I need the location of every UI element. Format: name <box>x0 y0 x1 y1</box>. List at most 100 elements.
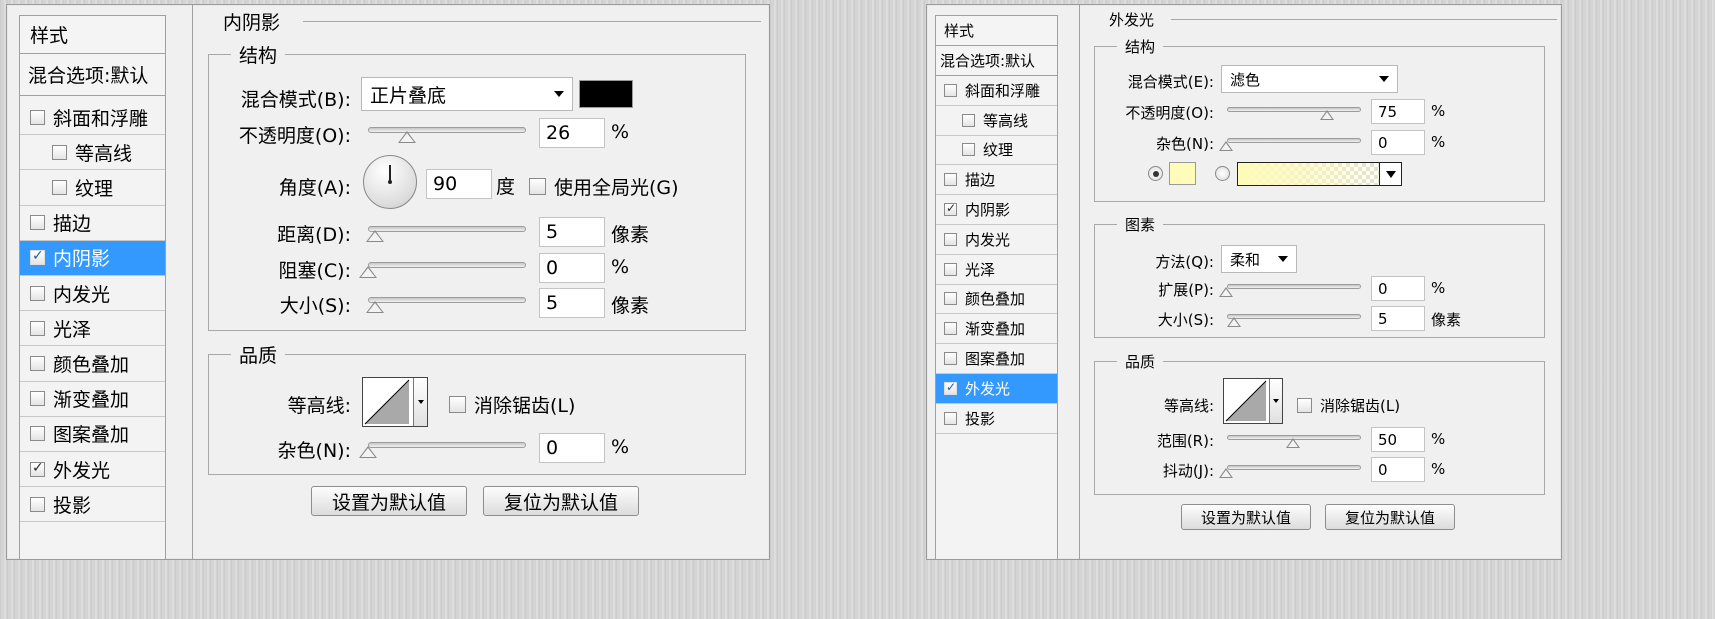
shadow-color-swatch[interactable] <box>579 80 633 108</box>
sidebar-item-checkbox[interactable] <box>944 322 957 336</box>
sidebar-item-checkbox[interactable] <box>30 285 45 301</box>
angle-dial[interactable] <box>363 155 417 209</box>
opacity-input[interactable]: 75 <box>1371 99 1425 124</box>
sidebar-item-checkbox[interactable] <box>944 201 957 217</box>
spread-input[interactable]: 0 <box>1371 276 1425 301</box>
sidebar-item-checkbox[interactable] <box>30 109 45 125</box>
reset-default-button[interactable]: 复位为默认值 <box>1325 504 1455 530</box>
technique-select[interactable]: 柔和 <box>1221 245 1297 273</box>
jitter-slider-thumb[interactable] <box>1219 468 1233 478</box>
distance-slider[interactable] <box>368 226 526 232</box>
sidebar-item[interactable]: 渐变叠加 <box>936 314 1057 345</box>
antialias-checkbox[interactable]: 消除锯齿(L) <box>449 391 575 418</box>
sidebar-item-checkbox[interactable] <box>52 179 67 195</box>
global-light-checkbox-box[interactable] <box>529 178 546 195</box>
sidebar-item[interactable]: 纹理 <box>936 136 1057 166</box>
distance-slider-thumb[interactable] <box>366 230 384 242</box>
opacity-input[interactable]: 26 <box>539 118 605 148</box>
sidebar-item[interactable]: 斜面和浮雕 <box>936 76 1057 106</box>
sidebar-item[interactable]: 渐变叠加 <box>20 382 165 417</box>
sidebar-item-checkbox[interactable] <box>944 380 957 395</box>
sidebar-item[interactable]: 投影 <box>20 487 165 523</box>
sidebar-item-checkbox[interactable] <box>962 143 975 157</box>
solid-color-radio[interactable] <box>1148 166 1163 181</box>
contour-picker[interactable] <box>1223 378 1283 424</box>
sidebar-item-checkbox[interactable] <box>944 292 957 306</box>
sidebar-item-checkbox[interactable] <box>962 113 975 127</box>
gradient-dropdown-button[interactable] <box>1379 163 1401 185</box>
sidebar-item[interactable]: 颜色叠加 <box>20 346 165 382</box>
noise-input[interactable]: 0 <box>1371 130 1425 155</box>
contour-dropdown-button[interactable] <box>1269 379 1282 423</box>
sidebar-item[interactable]: 内发光 <box>20 276 165 312</box>
blend-mode-select[interactable]: 正片叠底 <box>361 77 573 111</box>
sidebar-item-checkbox[interactable] <box>944 352 957 366</box>
reset-default-button[interactable]: 复位为默认值 <box>483 486 639 516</box>
sidebar-item-checkbox[interactable] <box>30 426 45 442</box>
sidebar-item-checkbox[interactable] <box>30 320 45 336</box>
sidebar-item[interactable]: 光泽 <box>936 255 1057 285</box>
size-slider[interactable] <box>1227 314 1361 319</box>
sidebar-item-checkbox[interactable] <box>944 173 957 187</box>
antialias-checkbox[interactable]: 消除锯齿(L) <box>1297 395 1400 416</box>
spread-slider[interactable] <box>1227 284 1361 289</box>
blending-options-default[interactable]: 混合选项:默认 <box>936 46 1057 76</box>
antialias-checkbox-box[interactable] <box>449 396 466 413</box>
noise-slider[interactable] <box>368 442 526 448</box>
sidebar-item[interactable]: 内阴影 <box>20 240 165 276</box>
size-input[interactable]: 5 <box>539 288 605 318</box>
contour-picker[interactable] <box>362 377 428 427</box>
sidebar-item-checkbox[interactable] <box>30 355 45 371</box>
noise-input[interactable]: 0 <box>539 433 605 463</box>
styles-header[interactable]: 样式 <box>20 16 165 54</box>
sidebar-item[interactable]: 颜色叠加 <box>936 285 1057 315</box>
noise-slider-thumb[interactable] <box>359 446 377 458</box>
sidebar-item-checkbox[interactable] <box>30 460 45 477</box>
opacity-slider[interactable] <box>1227 107 1361 112</box>
sidebar-item-checkbox[interactable] <box>52 144 67 160</box>
sidebar-item[interactable]: 投影 <box>936 404 1057 434</box>
choke-slider-thumb[interactable] <box>359 266 377 278</box>
sidebar-item-checkbox[interactable] <box>944 411 957 425</box>
size-slider-thumb[interactable] <box>366 301 384 313</box>
glow-gradient-picker[interactable] <box>1237 162 1402 186</box>
opacity-slider-thumb[interactable] <box>398 131 416 143</box>
blending-options-default[interactable]: 混合选项:默认 <box>20 54 165 96</box>
gradient-radio[interactable] <box>1215 166 1230 181</box>
sidebar-item-checkbox[interactable] <box>944 232 957 246</box>
sidebar-item-checkbox[interactable] <box>30 496 45 512</box>
jitter-input[interactable]: 0 <box>1371 457 1425 482</box>
blend-mode-select[interactable]: 滤色 <box>1221 65 1398 93</box>
sidebar-item-checkbox[interactable] <box>30 215 45 231</box>
sidebar-item[interactable]: 光泽 <box>20 311 165 347</box>
sidebar-item[interactable]: 等高线 <box>20 135 165 171</box>
sidebar-item[interactable]: 纹理 <box>20 170 165 206</box>
sidebar-item[interactable]: 图案叠加 <box>936 344 1057 374</box>
sidebar-item[interactable]: 图案叠加 <box>20 417 165 452</box>
sidebar-item[interactable]: 等高线 <box>936 106 1057 136</box>
sidebar-item[interactable]: 外发光 <box>936 374 1057 404</box>
spread-slider-thumb[interactable] <box>1219 287 1233 297</box>
styles-header[interactable]: 样式 <box>936 16 1057 46</box>
sidebar-item[interactable]: 斜面和浮雕 <box>20 100 165 136</box>
sidebar-item-checkbox[interactable] <box>944 262 957 276</box>
glow-color-swatch[interactable] <box>1169 162 1196 185</box>
jitter-slider[interactable] <box>1227 465 1361 470</box>
noise-slider-thumb[interactable] <box>1219 141 1233 151</box>
sidebar-item-checkbox[interactable] <box>30 391 45 407</box>
range-slider-thumb[interactable] <box>1286 438 1300 448</box>
antialias-checkbox-box[interactable] <box>1297 398 1312 413</box>
sidebar-item-checkbox[interactable] <box>944 83 957 97</box>
choke-slider[interactable] <box>368 262 526 268</box>
opacity-slider[interactable] <box>368 127 526 133</box>
angle-input[interactable]: 90 <box>426 169 492 199</box>
make-default-button[interactable]: 设置为默认值 <box>1181 504 1311 530</box>
sidebar-item[interactable]: 内发光 <box>936 225 1057 255</box>
opacity-slider-thumb[interactable] <box>1320 110 1334 120</box>
size-slider[interactable] <box>368 297 526 303</box>
noise-slider[interactable] <box>1227 138 1361 143</box>
choke-input[interactable]: 0 <box>539 253 605 283</box>
contour-dropdown-button[interactable] <box>413 378 427 426</box>
make-default-button[interactable]: 设置为默认值 <box>311 486 467 516</box>
sidebar-item[interactable]: 外发光 <box>20 452 165 488</box>
